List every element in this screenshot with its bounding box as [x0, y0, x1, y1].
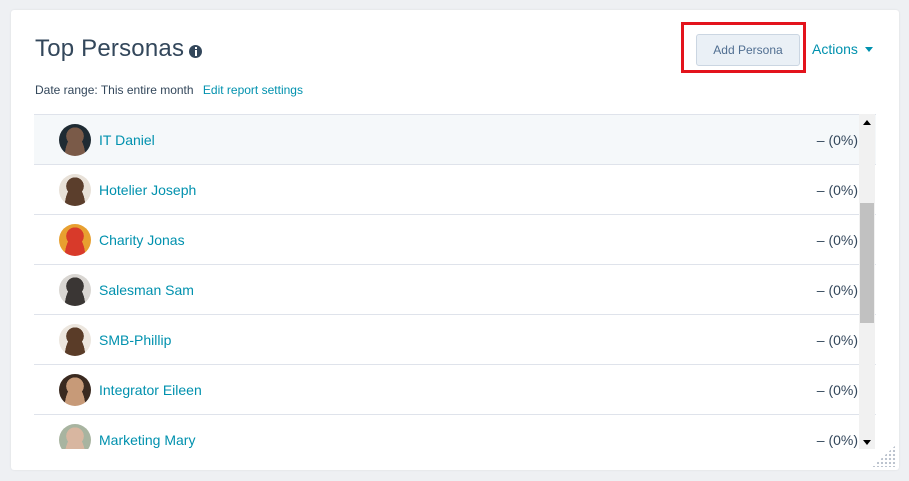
avatar — [59, 273, 91, 306]
persona-name-link[interactable]: Hotelier Joseph — [99, 182, 196, 198]
persona-name-link[interactable]: Marketing Mary — [99, 432, 195, 448]
actions-label: Actions — [812, 41, 858, 57]
persona-list: IT Daniel – (0%) Hotelier Joseph – (0%) … — [34, 114, 876, 449]
add-persona-button[interactable]: Add Persona — [696, 34, 800, 66]
page-title: Top Personas — [35, 35, 185, 62]
persona-name-link[interactable]: Integrator Eileen — [99, 382, 202, 398]
persona-name-link[interactable]: Salesman Sam — [99, 282, 194, 298]
date-range-label: Date range: — [35, 83, 98, 97]
persona-value: – (0%) — [816, 431, 858, 448]
list-item: IT Daniel – (0%) — [34, 114, 876, 165]
scrollbar-thumb[interactable] — [860, 203, 874, 323]
date-range: Date range: This entire month Edit repor… — [35, 83, 303, 97]
scroll-up-arrow-icon[interactable] — [863, 120, 871, 125]
actions-dropdown[interactable]: Actions — [812, 41, 873, 57]
list-item: Salesman Sam – (0%) — [34, 265, 876, 315]
list-item: SMB-Phillip – (0%) — [34, 315, 876, 365]
list-item: Integrator Eileen – (0%) — [34, 365, 876, 415]
list-item: Marketing Mary – (0%) — [34, 415, 876, 449]
persona-value: – (0%) — [816, 231, 858, 248]
persona-value: – (0%) — [816, 331, 858, 348]
persona-name-link[interactable]: IT Daniel — [99, 132, 155, 148]
persona-value: – (0%) — [816, 181, 858, 198]
list-scrollbar[interactable] — [859, 114, 875, 449]
persona-value: – (0%) — [816, 281, 858, 298]
avatar — [59, 373, 91, 406]
avatar — [59, 323, 91, 356]
persona-name-link[interactable]: Charity Jonas — [99, 232, 185, 248]
avatar — [59, 173, 91, 206]
avatar — [59, 123, 91, 156]
edit-report-settings-link[interactable]: Edit report settings — [203, 83, 303, 97]
avatar — [59, 423, 91, 449]
avatar — [59, 223, 91, 256]
date-range-value: This entire month — [100, 83, 194, 97]
persona-value: – (0%) — [816, 381, 858, 398]
info-icon[interactable] — [189, 45, 202, 58]
persona-value: – (0%) — [816, 131, 858, 148]
list-item: Charity Jonas – (0%) — [34, 215, 876, 265]
list-item: Hotelier Joseph – (0%) — [34, 165, 876, 215]
chevron-down-icon — [864, 47, 873, 52]
persona-name-link[interactable]: SMB-Phillip — [99, 332, 171, 348]
top-personas-card: Top Personas Add Persona Actions Date ra… — [11, 10, 899, 470]
scroll-down-arrow-icon[interactable] — [863, 440, 871, 445]
